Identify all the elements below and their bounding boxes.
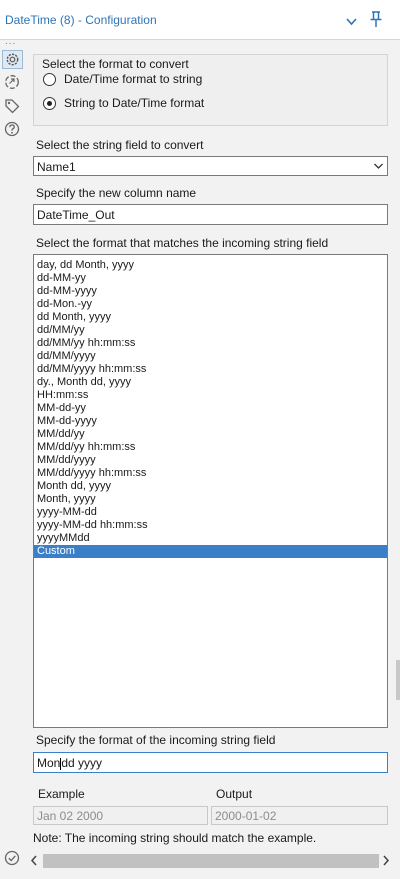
format-list-item[interactable]: dd/MM/yy hh:mm:ss <box>34 337 387 350</box>
format-list-label: Select the format that matches the incom… <box>36 236 329 250</box>
format-list-item[interactable]: MM-dd-yyyy <box>34 415 387 428</box>
output-label: Output <box>216 787 253 801</box>
window-resize-edge[interactable] <box>396 660 400 700</box>
format-list-item[interactable]: MM/dd/yyyy <box>34 454 387 467</box>
format-list-item[interactable]: Month dd, yyyy <box>34 480 387 493</box>
format-list-item[interactable]: HH:mm:ss <box>34 389 387 402</box>
rail-dots: ... <box>5 36 17 47</box>
scrollbar-thumb[interactable] <box>43 854 379 868</box>
format-group-title: Select the format to convert <box>42 57 189 71</box>
format-list-item[interactable]: dd-MM-yyyy <box>34 285 387 298</box>
pin-icon[interactable] <box>369 11 383 31</box>
window-title: DateTime (8) - Configuration <box>5 13 157 27</box>
tag-icon[interactable] <box>4 98 20 117</box>
string-field-select[interactable]: Name1 <box>33 156 388 176</box>
format-listbox[interactable]: day, dd Month, yyyy dd-MM-yy dd-MM-yyyy dd-… <box>33 254 388 728</box>
scroll-left-icon[interactable] <box>30 855 38 869</box>
format-list-item[interactable]: MM/dd/yy hh:mm:ss <box>34 441 387 454</box>
format-list-item[interactable]: dd/MM/yyyy hh:mm:ss <box>34 363 387 376</box>
connection-icon[interactable] <box>4 74 20 93</box>
format-list-item[interactable]: MM-dd-yy <box>34 402 387 415</box>
format-list-item[interactable]: day, dd Month, yyyy <box>34 259 387 272</box>
string-field-label: Select the string field to convert <box>36 138 204 152</box>
new-column-value: DateTime_Out <box>37 208 115 222</box>
title-bar: DateTime (8) - Configuration <box>0 0 400 40</box>
custom-format-label: Specify the format of the incoming strin… <box>36 733 276 747</box>
format-list-item[interactable]: yyyy-MM-dd hh:mm:ss <box>34 519 387 532</box>
gear-icon[interactable] <box>2 50 23 69</box>
radio-datetime-to-string[interactable]: Date/Time format to string <box>43 72 202 86</box>
format-list-item[interactable]: MM/dd/yy <box>34 428 387 441</box>
format-list-item[interactable]: Custom <box>34 545 387 558</box>
example-label: Example <box>38 787 85 801</box>
custom-format-input[interactable]: Mondd yyyy <box>33 752 388 773</box>
example-value: Jan 02 2000 <box>37 809 104 823</box>
radio-label: Date/Time format to string <box>64 72 203 86</box>
radio-label: String to Date/Time format <box>64 96 205 110</box>
chevron-down-icon <box>373 159 384 176</box>
scroll-right-icon[interactable] <box>382 855 390 869</box>
custom-format-value-end: dd yyyy <box>61 756 103 770</box>
example-field: Jan 02 2000 <box>33 806 208 825</box>
output-value: 2000-01-02 <box>215 809 277 823</box>
radio-string-to-datetime[interactable]: String to Date/Time format <box>43 96 204 110</box>
format-list-item[interactable]: dd-Mon.-yy <box>34 298 387 311</box>
new-column-input[interactable]: DateTime_Out <box>33 204 388 225</box>
format-list-item[interactable]: dy., Month dd, yyyy <box>34 376 387 389</box>
check-circle-icon <box>4 850 20 869</box>
left-rail: ... <box>0 36 25 879</box>
format-list-item[interactable]: dd/MM/yy <box>34 324 387 337</box>
format-list-item[interactable]: dd/MM/yyyy <box>34 350 387 363</box>
radio-button[interactable] <box>43 72 56 86</box>
help-icon[interactable] <box>4 121 20 140</box>
radio-button[interactable] <box>43 96 56 110</box>
chevron-down-icon[interactable] <box>346 15 357 29</box>
format-list-item[interactable]: yyyy-MM-dd <box>34 506 387 519</box>
output-field: 2000-01-02 <box>211 806 388 825</box>
format-list-item[interactable]: Month, yyyy <box>34 493 387 506</box>
format-list-item[interactable]: MM/dd/yyyy hh:mm:ss <box>34 467 387 480</box>
custom-format-value-start: Mon <box>37 756 61 770</box>
format-list-item[interactable]: dd Month, yyyy <box>34 311 387 324</box>
horizontal-scrollbar[interactable] <box>25 852 395 870</box>
example-note: Note: The incoming string should match t… <box>33 831 317 845</box>
format-list-item[interactable]: yyyyMMdd <box>34 532 387 545</box>
format-group: Select the format to convert Date/Time f… <box>33 54 388 126</box>
string-field-value: Name1 <box>37 160 76 174</box>
new-column-label: Specify the new column name <box>36 186 197 200</box>
format-list-item[interactable]: dd-MM-yy <box>34 272 387 285</box>
